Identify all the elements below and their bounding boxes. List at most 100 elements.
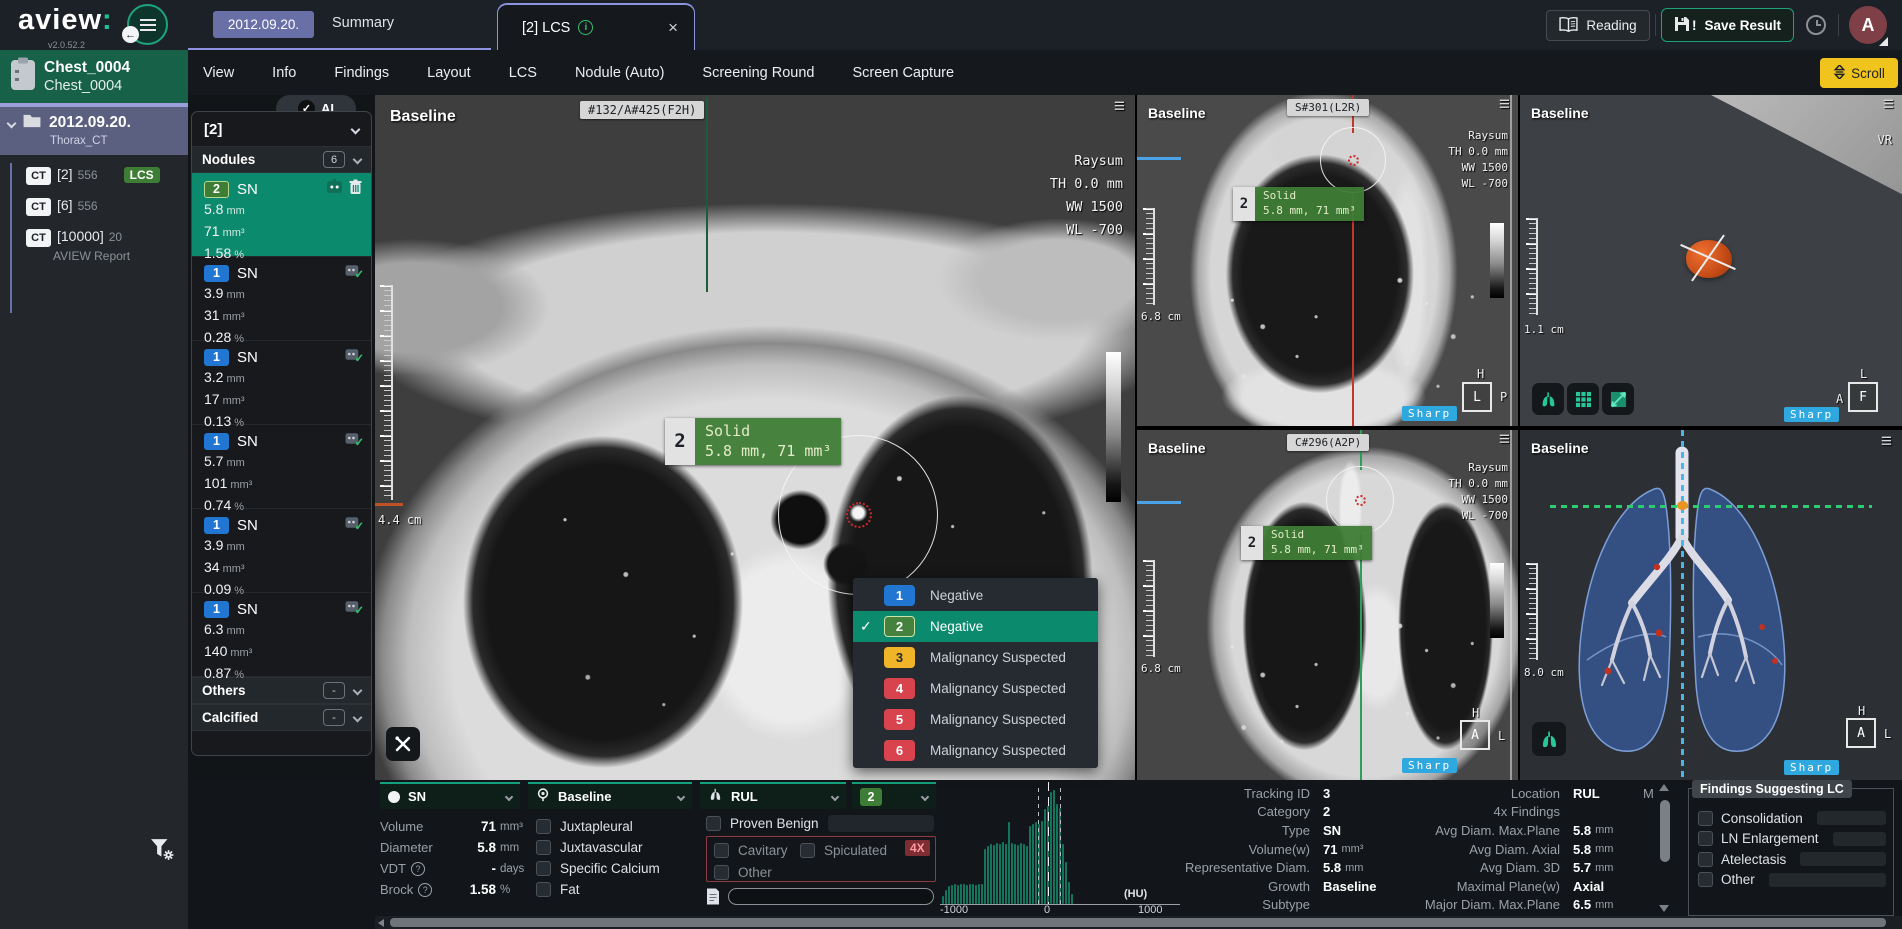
menu-item-screen-capture[interactable]: Screen Capture	[852, 65, 954, 81]
coronal-viewer[interactable]: Baseline C#296(A2P) ≡ RaysumTH 0.0 mmWW …	[1137, 430, 1518, 780]
chevron-down-icon[interactable]	[351, 124, 361, 134]
slider-track[interactable]	[1510, 95, 1512, 426]
menu-item-info[interactable]: Info	[272, 65, 296, 81]
help-icon[interactable]: ?	[418, 883, 432, 897]
menu-item-findings[interactable]: Findings	[334, 65, 389, 81]
help-icon[interactable]: ?	[411, 862, 425, 876]
checkbox[interactable]	[536, 882, 551, 897]
patient-card[interactable]: Chest_0004 Chest_0004	[0, 50, 188, 103]
scrollbar-thumb[interactable]	[1660, 800, 1670, 862]
category-select[interactable]: 2	[852, 782, 936, 809]
checkbox[interactable]	[1698, 852, 1713, 867]
slider-track[interactable]	[1510, 430, 1512, 780]
chevron-down-icon[interactable]	[353, 155, 363, 165]
nodule-list-item[interactable]: 1SN✓3.9mm34mm³0.09%	[192, 509, 371, 593]
vr-viewer[interactable]: Baseline ≡ VR 1.1 cm Sharp L F A	[1520, 95, 1902, 426]
sagittal-viewer[interactable]: Baseline S#301(L2R) ≡ RaysumTH 0.0 mmWW …	[1137, 95, 1518, 426]
menu-item-layout[interactable]: Layout	[427, 65, 471, 81]
ruler-label: 6.8 cm	[1141, 662, 1181, 675]
category-option[interactable]: 3Malignancy Suspected	[853, 642, 1098, 673]
nodule-list-item[interactable]: 1SN✓5.7mm101mm³0.74%	[192, 425, 371, 509]
nodule-list-item[interactable]: 2SN5.8mm71mm³1.58%	[192, 173, 371, 257]
reading-button[interactable]: Reading	[1546, 10, 1650, 41]
tools-button[interactable]	[386, 727, 420, 761]
calcified-section-header[interactable]: Calcified -	[192, 704, 371, 731]
back-arrow-icon[interactable]: ←	[122, 26, 139, 43]
finding-input[interactable]	[1800, 852, 1886, 866]
study-item[interactable]: 2012.09.20. Thorax_CT	[0, 107, 188, 155]
category-option[interactable]: 6Malignancy Suspected	[853, 735, 1098, 766]
grid-view-button[interactable]	[1567, 383, 1599, 415]
nodule-3d-model[interactable]	[1686, 240, 1732, 278]
nodule-label[interactable]: 2 Solid 5.8 mm, 71 mm³	[665, 418, 841, 465]
ai-icon[interactable]	[326, 178, 343, 200]
nodule-label[interactable]: 2 Solid 5.8 mm, 71 mm³	[1233, 187, 1364, 221]
viewer-menu-icon[interactable]: ≡	[1499, 433, 1510, 447]
scroll-down-arrow[interactable]	[1659, 905, 1669, 912]
close-icon[interactable]: ×	[668, 18, 678, 38]
note-input[interactable]	[728, 888, 934, 905]
study-date-chip[interactable]: 2012.09.20.	[213, 11, 314, 38]
checkbox[interactable]	[1698, 811, 1713, 826]
checkbox[interactable]	[536, 819, 551, 834]
series-item[interactable]: CT[10000]20AVIEW Report	[0, 220, 188, 267]
category-option[interactable]: 4Malignancy Suspected	[853, 673, 1098, 704]
viewer-menu-icon[interactable]: ≡	[1883, 98, 1894, 112]
checkbox[interactable]	[1698, 872, 1713, 887]
finding-input[interactable]	[1817, 811, 1886, 825]
series-item[interactable]: CT[6]556	[0, 189, 188, 220]
scroll-mode-button[interactable]: Scroll	[1820, 58, 1898, 88]
finding-input[interactable]	[1833, 832, 1886, 846]
checkbox[interactable]	[536, 861, 551, 876]
window-level-bar[interactable]	[1490, 223, 1504, 298]
series-item[interactable]: CT[2]556LCS	[0, 155, 188, 189]
checkbox[interactable]	[706, 816, 721, 831]
lobe-select[interactable]: RUL	[700, 782, 846, 809]
chevron-down-icon[interactable]	[7, 118, 17, 128]
nodule-list-item[interactable]: 1SN✓3.2mm17mm³0.13%	[192, 341, 371, 425]
chevron-down-icon[interactable]	[353, 686, 363, 696]
nodule-list-item[interactable]: 1SN✓6.3mm140mm³0.87%	[192, 593, 371, 677]
filter-settings-icon[interactable]	[150, 838, 174, 865]
checkbox[interactable]	[1698, 831, 1713, 846]
category-option[interactable]: 5Malignancy Suspected	[853, 704, 1098, 735]
category-option[interactable]: ✓2Negative	[853, 611, 1098, 642]
timepoint-select[interactable]: Baseline	[528, 782, 692, 809]
proven-benign-input[interactable]	[828, 815, 934, 832]
details-scrollbar[interactable]	[1659, 784, 1671, 912]
trash-icon[interactable]	[348, 179, 363, 200]
lungs-view-button[interactable]	[1532, 722, 1566, 756]
viewer-menu-icon[interactable]: ≡	[1499, 98, 1510, 112]
scroll-up-arrow[interactable]	[1659, 784, 1669, 791]
viewer-menu-icon[interactable]: ≡	[1114, 100, 1125, 114]
lungs-3d-viewer[interactable]: Baseline ≡ 8.0 cm Sharp H A L	[1520, 430, 1902, 780]
menu-item-view[interactable]: View	[203, 65, 234, 81]
window-level-bar[interactable]	[1490, 563, 1504, 638]
horizontal-scrollbar[interactable]	[375, 916, 1902, 929]
nodules-section-header[interactable]: Nodules 6	[192, 146, 371, 173]
scroll-left-arrow[interactable]	[378, 919, 384, 927]
menu-item-lcs[interactable]: LCS	[509, 65, 537, 81]
tab-summary[interactable]: Summary	[332, 15, 394, 31]
nodule-list-item[interactable]: 1SN✓3.9mm31mm³0.28%	[192, 257, 371, 341]
nodule-group-header[interactable]: [2]	[192, 112, 371, 146]
checkbox[interactable]	[714, 843, 729, 858]
checkbox[interactable]	[800, 843, 815, 858]
window-level-bar[interactable]	[1106, 352, 1121, 502]
type-select[interactable]: SN	[380, 782, 520, 809]
nodule-label[interactable]: 2 Solid 5.8 mm, 71 mm³	[1241, 526, 1372, 560]
checkbox[interactable]	[536, 840, 551, 855]
menu-item-nodule-auto[interactable]: Nodule (Auto)	[575, 65, 664, 81]
menu-item-screening-round[interactable]: Screening Round	[702, 65, 814, 81]
checkbox[interactable]	[714, 865, 729, 880]
viewer-menu-icon[interactable]: ≡	[1881, 435, 1892, 449]
lungs-view-button[interactable]	[1532, 383, 1564, 415]
cut-view-button[interactable]	[1602, 383, 1634, 415]
chevron-down-icon[interactable]	[353, 713, 363, 723]
save-result-button[interactable]: ! Save Result	[1661, 8, 1794, 42]
tab-lcs[interactable]: [2] LCS i ×	[497, 3, 695, 50]
scrollbar-thumb[interactable]	[390, 918, 1886, 927]
category-option[interactable]: 1Negative	[853, 580, 1098, 611]
history-clock-icon[interactable]	[1806, 15, 1826, 35]
finding-input[interactable]	[1769, 873, 1886, 887]
